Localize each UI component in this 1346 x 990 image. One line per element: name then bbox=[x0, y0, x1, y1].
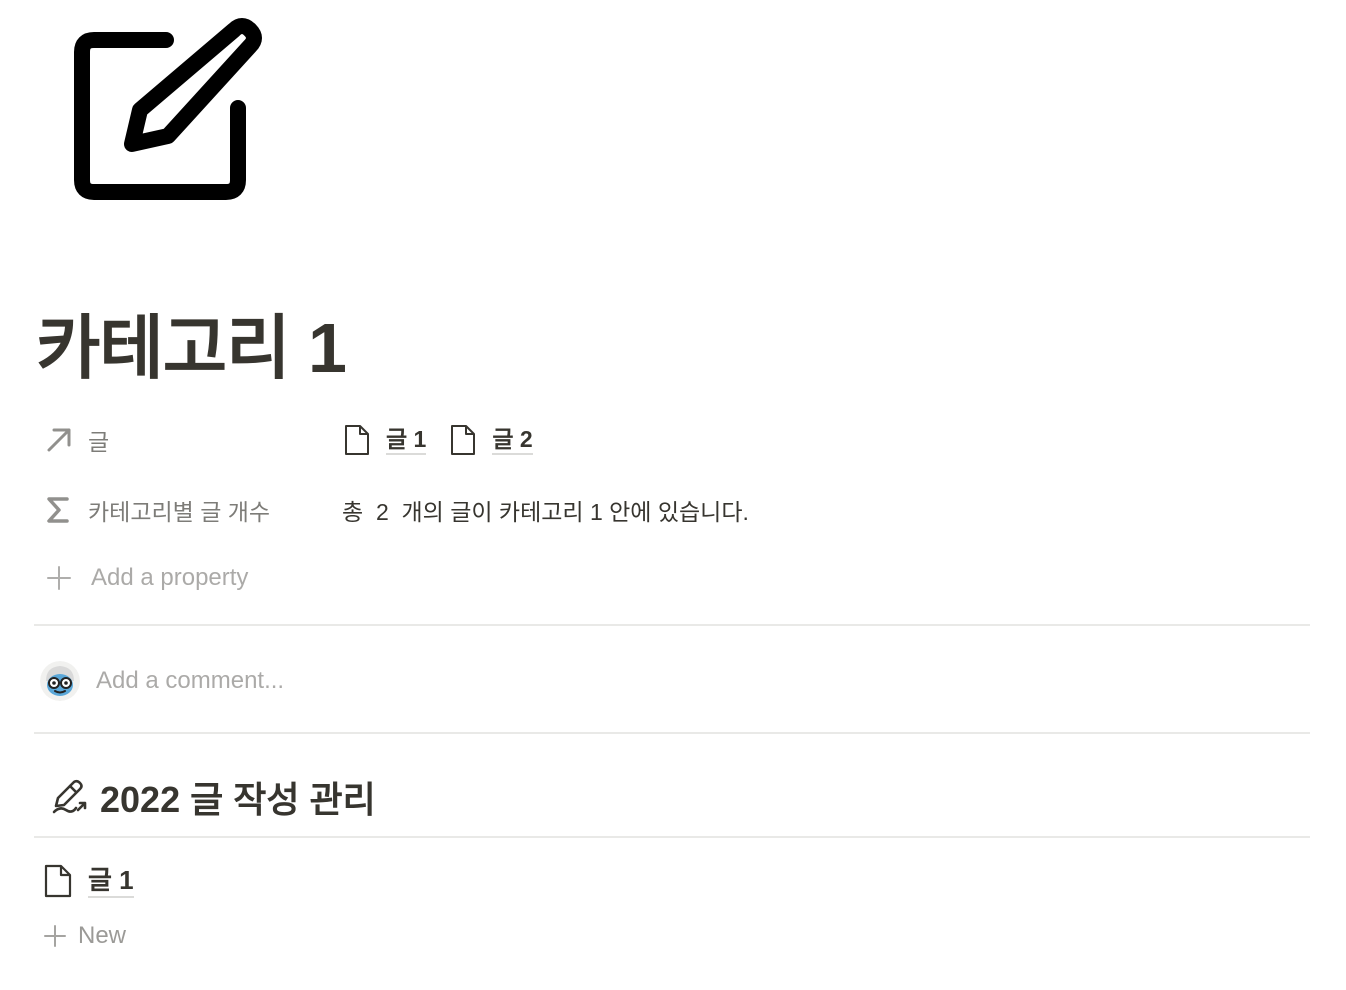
relation-item[interactable]: 글 2 bbox=[448, 423, 533, 457]
property-value-formula[interactable]: 총 2 개의 글이 카테고리 1 안에 있습니다. bbox=[342, 488, 749, 532]
property-name[interactable]: 글 bbox=[40, 418, 109, 462]
linked-database-header[interactable]: 2022 글 작성 관리 bbox=[50, 770, 376, 824]
plus-icon bbox=[40, 565, 80, 591]
property-value-relation[interactable]: 글 1 글 2 bbox=[342, 418, 555, 462]
linked-database-title: 2022 글 작성 관리 bbox=[100, 779, 376, 820]
page-doc-icon bbox=[342, 423, 372, 457]
user-avatar bbox=[40, 661, 80, 701]
edit-pencil-square-icon[interactable] bbox=[66, 12, 266, 208]
comment-input[interactable] bbox=[96, 667, 696, 695]
relation-item[interactable]: 글 1 bbox=[342, 423, 427, 457]
divider bbox=[34, 836, 1310, 838]
plus-icon bbox=[42, 923, 68, 949]
property-row-formula: 카테고리별 글 개수 총 2 개의 글이 카테고리 1 안에 있습니다. bbox=[40, 488, 1310, 532]
property-name[interactable]: 카테고리별 글 개수 bbox=[40, 488, 270, 532]
new-item-button[interactable]: New bbox=[42, 914, 126, 958]
property-row-relation: 글 글 1 글 2 bbox=[40, 418, 1310, 462]
list-item[interactable]: 글 1 bbox=[42, 858, 134, 904]
relation-arrow-icon bbox=[40, 418, 80, 462]
page: 카테고리 1 글 글 1 글 2 카테고리별 글 개수 총 2 개의 글이 카테… bbox=[0, 0, 1346, 990]
divider bbox=[34, 732, 1310, 734]
page-title[interactable]: 카테고리 1 bbox=[36, 300, 347, 396]
page-doc-icon bbox=[42, 863, 74, 899]
divider bbox=[34, 624, 1310, 626]
comment-row bbox=[40, 656, 696, 706]
signature-pen-icon bbox=[50, 778, 88, 816]
page-doc-icon bbox=[448, 423, 478, 457]
formula-sigma-icon bbox=[40, 488, 80, 532]
add-property-button[interactable]: Add a property bbox=[40, 556, 248, 600]
